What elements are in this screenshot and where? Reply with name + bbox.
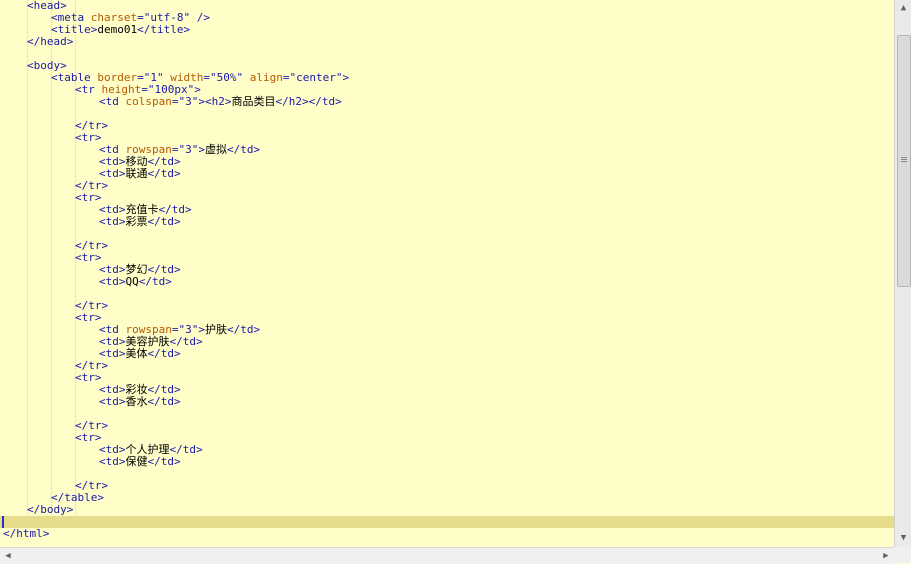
code-line[interactable]	[0, 228, 894, 240]
code-text: <td colspan="3"><h2>商品类目</h2></td>	[99, 96, 342, 108]
code-line[interactable]: </tr>	[0, 120, 894, 132]
code-text: </html>	[3, 528, 49, 540]
code-token: 美体	[125, 347, 148, 360]
code-token: </td>	[147, 215, 181, 228]
code-line[interactable]: </tr>	[0, 300, 894, 312]
code-token: <td>	[99, 395, 126, 408]
code-line[interactable]: </tr>	[0, 420, 894, 432]
code-token: </h2></td>	[275, 95, 342, 108]
code-line[interactable]: <td>保健</td>	[0, 456, 894, 468]
scroll-down-arrow-icon[interactable]: ▼	[895, 530, 911, 547]
code-token: <td>	[99, 215, 126, 228]
thumb-grip	[901, 157, 907, 158]
code-token: demo01	[97, 23, 138, 36]
code-text: <tr>	[75, 432, 102, 444]
code-text: <tr>	[75, 252, 102, 264]
code-token: </td>	[147, 167, 181, 180]
code-token: <tr>	[75, 311, 102, 324]
code-line[interactable]	[0, 108, 894, 120]
horizontal-scrollbar[interactable]: ◀ ▶	[0, 547, 894, 564]
code-token: align	[249, 71, 283, 84]
code-line[interactable]: </html>	[0, 528, 894, 540]
code-line[interactable]: <td>香水</td>	[0, 396, 894, 408]
code-token: </td>	[226, 323, 261, 336]
vertical-scroll-thumb[interactable]	[897, 35, 911, 287]
code-token: <tr>	[75, 131, 102, 144]
code-text: </body>	[27, 504, 73, 516]
code-text: <tr>	[75, 372, 102, 384]
vertical-scrollbar[interactable]: ▲ ▼	[894, 0, 911, 547]
scroll-right-arrow-icon[interactable]: ▶	[878, 548, 894, 564]
code-text: <tr>	[75, 312, 102, 324]
thumb-grip	[901, 161, 907, 162]
code-line[interactable]	[0, 516, 894, 528]
code-token: 彩票	[125, 215, 148, 228]
code-token: 香水	[125, 395, 148, 408]
code-text: <td>香水</td>	[99, 396, 181, 408]
code-text: <td>保健</td>	[99, 456, 181, 468]
code-line[interactable]	[0, 288, 894, 300]
code-token: ="center">	[282, 71, 350, 84]
code-token: colspan	[125, 95, 172, 108]
code-token: <h2>	[204, 95, 232, 108]
code-line[interactable]: <td colspan="3"><h2>商品类目</h2></td>	[0, 96, 894, 108]
thumb-grip	[901, 159, 907, 160]
code-token: <td>	[99, 455, 126, 468]
code-line[interactable]: <td>联通</td>	[0, 168, 894, 180]
code-line[interactable]: </table>	[0, 492, 894, 504]
code-line[interactable]	[0, 468, 894, 480]
scroll-up-arrow-icon[interactable]: ▲	[895, 0, 911, 17]
code-line[interactable]: </tr>	[0, 240, 894, 252]
code-token: </td>	[147, 347, 181, 360]
code-text: <td>彩票</td>	[99, 216, 181, 228]
code-text: </head>	[27, 36, 73, 48]
code-line[interactable]	[0, 408, 894, 420]
code-token: ="3">	[171, 95, 205, 108]
code-text: <td>美体</td>	[99, 348, 181, 360]
code-line[interactable]: </tr>	[0, 180, 894, 192]
code-token: </body>	[27, 503, 74, 516]
code-line[interactable]: </tr>	[0, 360, 894, 372]
code-text: <td>QQ</td>	[99, 276, 172, 288]
code-token: </td>	[147, 455, 181, 468]
code-token: 虚拟	[204, 143, 227, 156]
code-token: 联通	[125, 167, 148, 180]
code-token: </td>	[147, 395, 181, 408]
code-token: </td>	[226, 143, 261, 156]
code-token: <tr	[75, 83, 102, 96]
code-text: <tr>	[75, 192, 102, 204]
code-token: ="50%"	[203, 71, 250, 84]
code-line[interactable]: <title>demo01</title>	[0, 24, 894, 36]
code-token: 保健	[125, 455, 148, 468]
code-token: <tr>	[75, 251, 102, 264]
code-token: </td>	[138, 275, 172, 288]
code-text: <td>联通</td>	[99, 168, 181, 180]
code-token: <tr>	[75, 431, 102, 444]
scroll-left-arrow-icon[interactable]: ◀	[0, 548, 16, 564]
code-token: </html>	[3, 527, 50, 540]
code-token: 商品类目	[231, 95, 276, 108]
code-token: </head>	[27, 35, 74, 48]
code-token: <tr>	[75, 371, 102, 384]
code-token: QQ	[125, 275, 139, 288]
code-line[interactable]: </tr>	[0, 480, 894, 492]
code-token: <td>	[99, 275, 126, 288]
code-token: <tr>	[75, 191, 102, 204]
code-line[interactable]: <td>彩票</td>	[0, 216, 894, 228]
code-token: </title>	[137, 23, 191, 36]
code-text: <tr>	[75, 132, 102, 144]
code-line[interactable]: <td>美体</td>	[0, 348, 894, 360]
code-editor[interactable]: <head> <meta charset="utf-8" /> <title>dem…	[0, 0, 894, 547]
code-token: 护肤	[204, 323, 227, 336]
code-line[interactable]: <td>QQ</td>	[0, 276, 894, 288]
code-line[interactable]: </body>	[0, 504, 894, 516]
code-token: <td	[99, 95, 126, 108]
scrollbar-corner	[894, 547, 911, 563]
code-line[interactable]: </head>	[0, 36, 894, 48]
code-line[interactable]	[0, 48, 894, 60]
